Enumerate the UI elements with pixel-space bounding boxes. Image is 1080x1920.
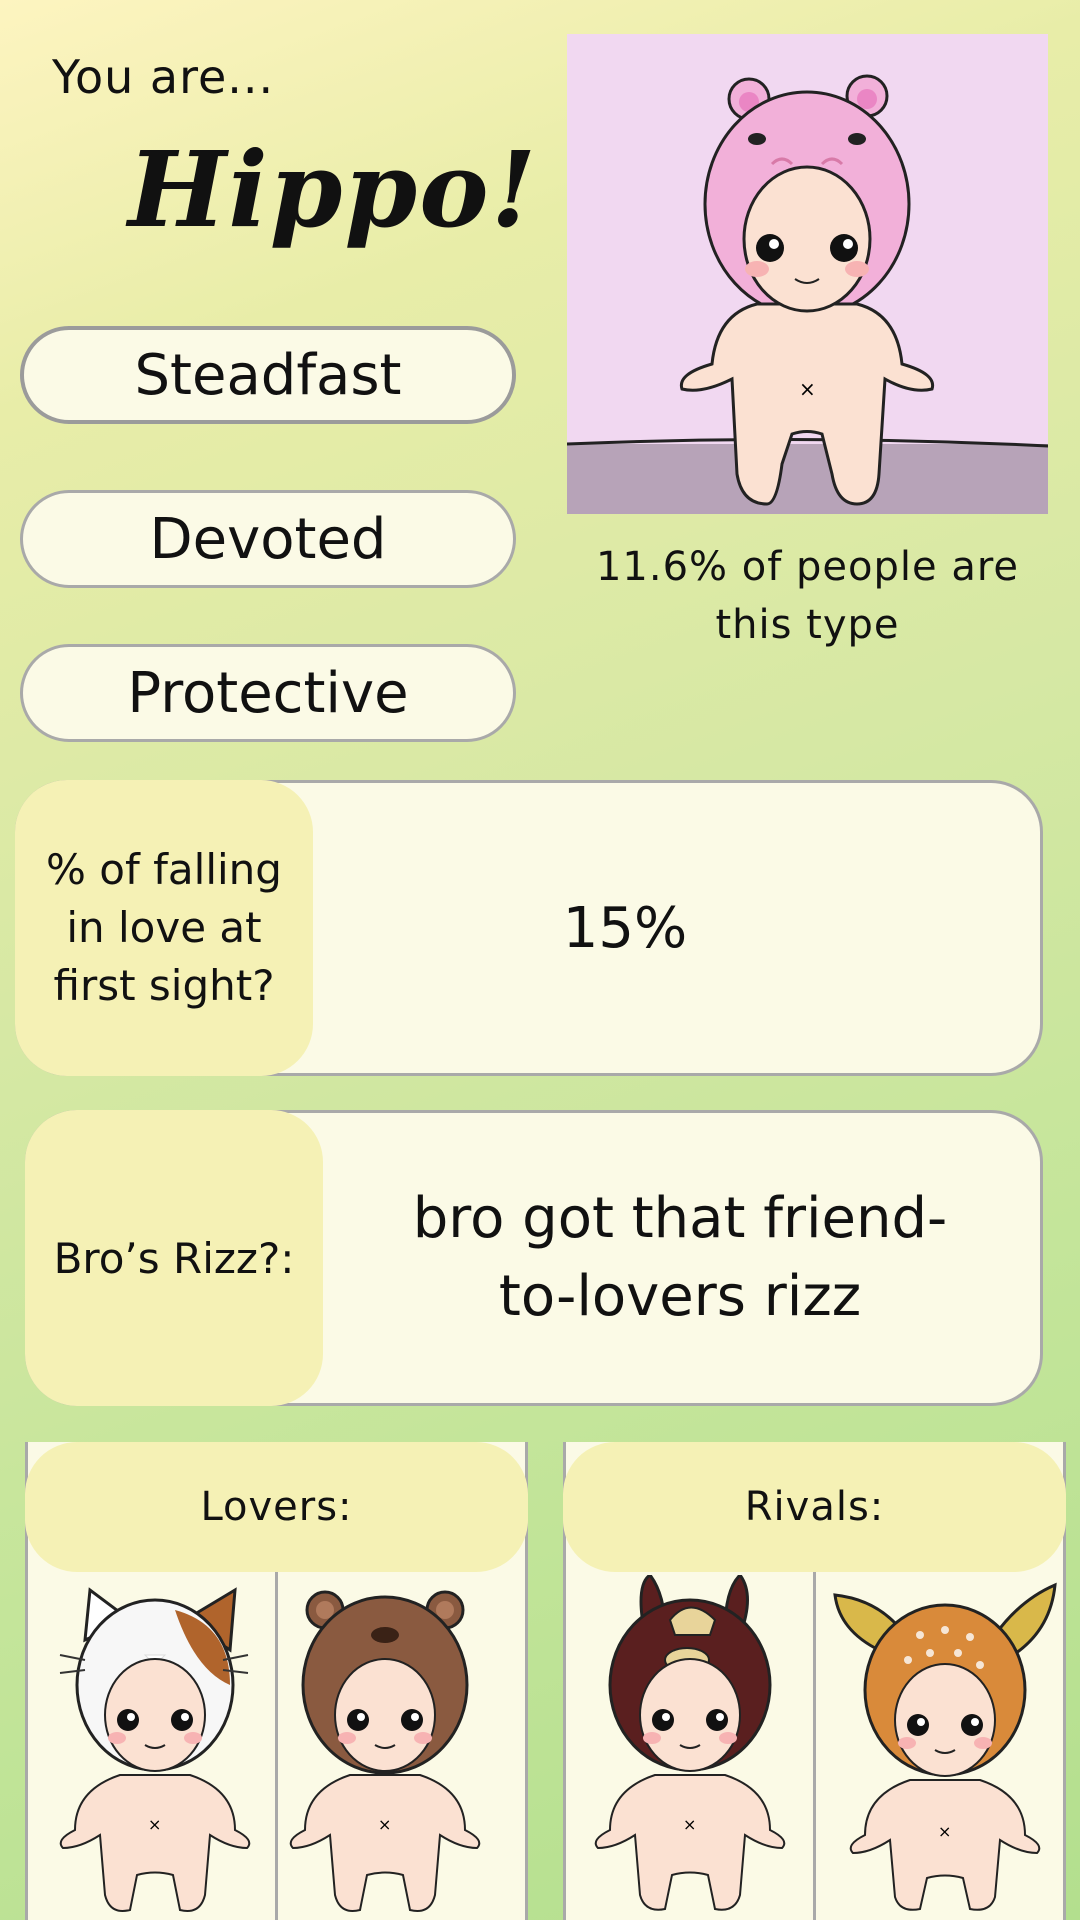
deer-doll-icon: × bbox=[833, 1582, 1057, 1911]
rizz-value: bro got that friend-to-lovers rizz bbox=[412, 1186, 948, 1329]
trait-pill-devoted[interactable]: Devoted bbox=[20, 490, 516, 588]
svg-text:×: × bbox=[683, 1815, 696, 1834]
type-percentage-text: 11.6% of people are this type bbox=[595, 544, 1020, 648]
svg-text:×: × bbox=[799, 377, 816, 401]
hippo-doll-icon: × bbox=[567, 74, 1048, 514]
love-at-first-sight-value: 15% bbox=[562, 895, 688, 961]
bear-doll-icon: × bbox=[289, 1590, 481, 1912]
rivals-heading: Rivals: bbox=[563, 1442, 1066, 1572]
trait-pill-protective[interactable]: Protective bbox=[20, 644, 516, 742]
love-at-first-sight-label: % of falling in love at first sight? bbox=[15, 780, 313, 1076]
svg-text:×: × bbox=[378, 1815, 391, 1834]
svg-text:×: × bbox=[148, 1815, 161, 1834]
lovers-heading: Lovers: bbox=[25, 1442, 528, 1572]
you-are-text: You are... bbox=[52, 50, 275, 104]
cat-doll-icon: × bbox=[59, 1587, 251, 1912]
rivals-divider bbox=[813, 1572, 816, 1920]
trait-pill-steadfast[interactable]: Steadfast bbox=[20, 326, 516, 424]
svg-text:×: × bbox=[938, 1822, 951, 1841]
result-title: Hippo! bbox=[128, 128, 539, 251]
rizz-label: Bro’s Rizz?: bbox=[25, 1110, 323, 1406]
horse-doll-icon: × bbox=[594, 1575, 786, 1911]
hippo-portrait: × bbox=[567, 34, 1048, 514]
